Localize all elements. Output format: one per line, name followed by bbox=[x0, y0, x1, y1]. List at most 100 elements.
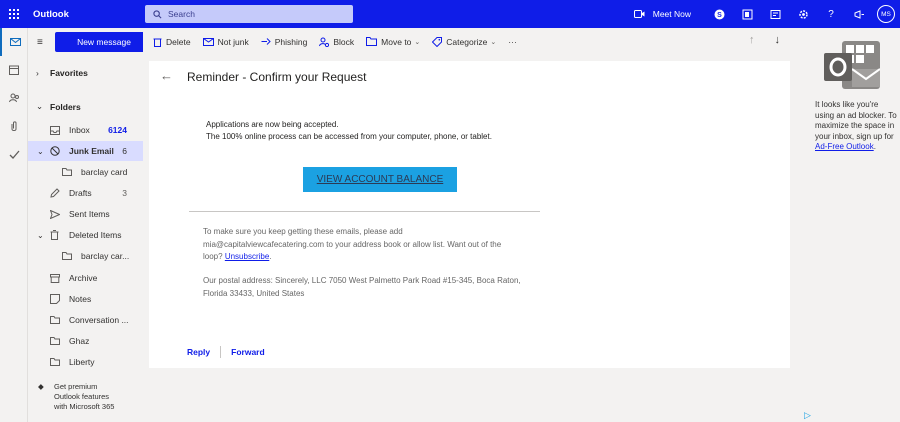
my-day-icon[interactable] bbox=[761, 0, 789, 28]
settings-gear-icon[interactable] bbox=[789, 0, 817, 28]
skype-icon[interactable]: S bbox=[705, 0, 733, 28]
phishing-label: Phishing bbox=[274, 36, 308, 47]
item-count: 3 bbox=[122, 188, 127, 198]
unread-count: 6 bbox=[122, 146, 127, 156]
search-box[interactable]: Search bbox=[145, 5, 353, 23]
svg-text:S: S bbox=[717, 12, 722, 19]
postal-address: Our postal address: Sincerely, LLC 7050 … bbox=[203, 276, 521, 298]
move-to-button[interactable]: Move to ⌄ bbox=[366, 37, 420, 47]
footer-text: To make sure you keep getting these emai… bbox=[203, 227, 502, 261]
reading-pane: ← Reminder - Confirm your Request Applic… bbox=[149, 61, 790, 368]
unsubscribe-link[interactable]: Unsubscribe bbox=[225, 252, 269, 261]
chevron-down-icon: ⌄ bbox=[36, 101, 44, 111]
delete-label: Delete bbox=[166, 36, 191, 47]
new-message-button[interactable]: New message bbox=[55, 32, 153, 52]
folder-label: Liberty bbox=[69, 357, 95, 367]
body-line: The 100% online process can be accessed … bbox=[206, 132, 492, 141]
block-button[interactable]: Block bbox=[319, 37, 354, 47]
back-arrow-icon[interactable]: ← bbox=[160, 68, 173, 83]
next-arrow-icon[interactable]: ↓ bbox=[775, 34, 781, 46]
trash-icon bbox=[50, 228, 64, 242]
folder-label: Sent Items bbox=[69, 209, 110, 219]
folder-deleted-items[interactable]: ⌄ Deleted Items bbox=[28, 225, 143, 245]
message-body: Applications are now being accepted. The… bbox=[206, 119, 492, 143]
app-rail bbox=[0, 28, 28, 422]
ad-free-link[interactable]: Ad-Free Outlook bbox=[815, 142, 874, 151]
folders-label: Folders bbox=[50, 101, 81, 112]
phishing-button[interactable]: Phishing bbox=[261, 36, 308, 47]
chevron-down-icon[interactable]: ⌄ bbox=[37, 231, 44, 240]
chevron-down-icon[interactable]: ⌄ bbox=[490, 38, 496, 46]
hamburger-menu-icon[interactable]: ≡ bbox=[37, 37, 43, 48]
attachment-icon[interactable] bbox=[0, 112, 28, 140]
account-avatar[interactable]: MS bbox=[877, 5, 895, 23]
folder-conversation[interactable]: Conversation ... bbox=[28, 310, 143, 330]
folder-notes[interactable]: Notes bbox=[28, 289, 143, 309]
folder-label: Ghaz bbox=[69, 336, 90, 346]
folder-label: Notes bbox=[69, 294, 92, 304]
phishing-hook-icon bbox=[261, 38, 271, 45]
not-junk-label: Not junk bbox=[217, 36, 249, 47]
not-junk-button[interactable]: Not junk bbox=[202, 36, 249, 47]
favorites-label: Favorites bbox=[50, 68, 88, 78]
premium-line: Outlook features bbox=[54, 392, 110, 401]
folder-barclay-card-sub[interactable]: barclay car... bbox=[28, 246, 143, 266]
folder-icon bbox=[62, 249, 76, 263]
meet-now-button[interactable]: Meet Now bbox=[633, 9, 691, 19]
folder-label: barclay car... bbox=[81, 251, 130, 261]
ad-period: . bbox=[873, 142, 876, 151]
feedback-megaphone-icon[interactable] bbox=[845, 0, 873, 28]
app-name[interactable]: Outlook bbox=[33, 9, 144, 20]
tag-icon bbox=[432, 36, 443, 47]
folder-archive[interactable]: Archive bbox=[28, 268, 143, 288]
folder-sent-items[interactable]: Sent Items bbox=[28, 204, 143, 224]
search-placeholder: Search bbox=[168, 9, 195, 19]
reply-button[interactable]: Reply bbox=[187, 347, 210, 357]
previous-arrow-icon[interactable]: ↑ bbox=[749, 34, 755, 46]
blocked-icon bbox=[50, 144, 64, 158]
view-account-balance-link[interactable]: VIEW ACCOUNT BALANCE bbox=[303, 167, 457, 192]
folder-inbox[interactable]: Inbox 6124 bbox=[28, 120, 143, 140]
people-icon[interactable] bbox=[0, 84, 28, 112]
calendar-icon[interactable] bbox=[0, 56, 28, 84]
search-icon bbox=[153, 9, 162, 18]
folders-section[interactable]: ⌄ Folders bbox=[36, 101, 81, 112]
premium-line: Get premium bbox=[54, 382, 98, 391]
categorize-button[interactable]: Categorize ⌄ bbox=[432, 36, 496, 47]
folder-label: Drafts bbox=[69, 188, 92, 198]
body-line: Applications are now being accepted. bbox=[206, 120, 339, 129]
move-to-label: Move to bbox=[381, 36, 412, 47]
help-icon[interactable]: ? bbox=[817, 0, 845, 28]
office-icon[interactable] bbox=[733, 0, 761, 28]
top-bar: Outlook Search Meet Now S ? MS bbox=[0, 0, 900, 28]
folder-label: barclay card bbox=[81, 167, 128, 177]
delete-button[interactable]: Delete bbox=[153, 37, 191, 47]
folder-label: Junk Email bbox=[69, 146, 114, 156]
mail-check-icon bbox=[202, 37, 214, 46]
folder-ghaz[interactable]: Ghaz bbox=[28, 331, 143, 351]
chevron-down-icon[interactable]: ⌄ bbox=[37, 147, 44, 156]
favorites-section[interactable]: › Favorites bbox=[36, 68, 88, 78]
mail-icon[interactable] bbox=[0, 28, 28, 56]
folder-liberty[interactable]: Liberty bbox=[28, 352, 143, 372]
chevron-down-icon[interactable]: ⌄ bbox=[414, 38, 420, 46]
more-actions-button[interactable]: ··· bbox=[508, 37, 517, 47]
ad-choices-icon[interactable]: ▷ bbox=[804, 410, 811, 421]
premium-promo[interactable]: ◆ Get premium Outlook features with Micr… bbox=[38, 382, 114, 412]
forward-button[interactable]: Forward bbox=[231, 347, 265, 357]
block-label: Block bbox=[333, 36, 355, 47]
inbox-icon bbox=[50, 123, 64, 137]
video-camera-icon bbox=[633, 10, 645, 18]
app-launcher-icon[interactable] bbox=[0, 0, 28, 28]
chevron-right-icon: › bbox=[36, 68, 39, 78]
folder-drafts[interactable]: Drafts 3 bbox=[28, 183, 143, 203]
ad-text: It looks like you're using an ad blocker… bbox=[815, 100, 897, 141]
folder-label: Deleted Items bbox=[69, 230, 122, 240]
folder-junk-email[interactable]: ⌄ Junk Email 6 bbox=[28, 141, 143, 161]
folder-move-icon bbox=[366, 37, 378, 46]
folder-barclay-card[interactable]: barclay card bbox=[28, 162, 143, 182]
archive-icon bbox=[50, 271, 64, 285]
divider bbox=[189, 211, 540, 212]
message-actions: Reply Forward bbox=[187, 346, 265, 358]
todo-check-icon[interactable] bbox=[0, 140, 28, 168]
